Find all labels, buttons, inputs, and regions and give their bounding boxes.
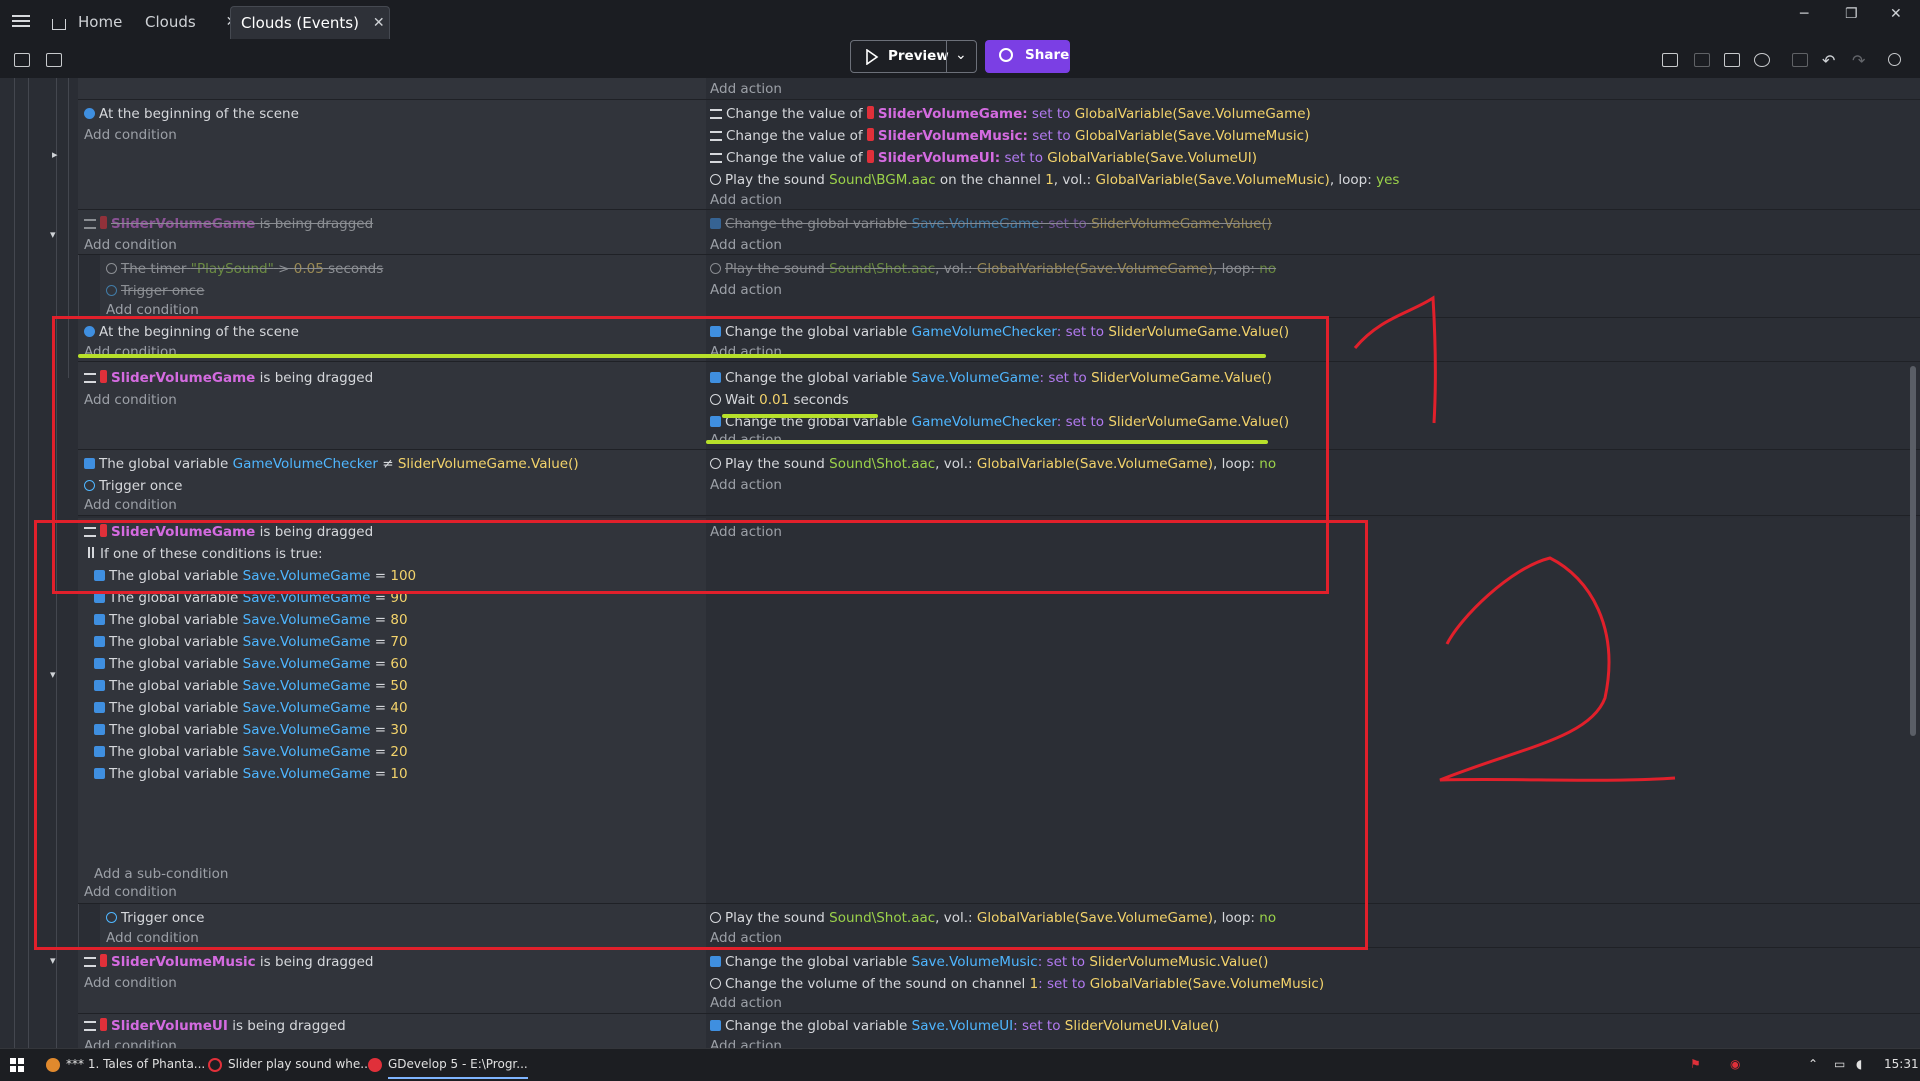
event-condition[interactable]: SliderVolumeMusic is being dragged Add c… [78,948,706,1014]
globe-icon [999,48,1013,62]
annotation-number-2 [1439,556,1676,782]
trigger-once-icon [106,285,117,296]
sound-icon [710,263,721,274]
taskbar-item-active[interactable]: GDevelop 5 - E:\Progr... [388,1057,528,1079]
browser-icon [208,1058,222,1072]
play-icon [866,49,879,65]
preview-label: Preview [888,48,949,64]
gdevelop-icon [368,1058,382,1072]
tab-home[interactable]: Home [42,6,142,38]
add-action-link[interactable]: Add action [710,995,782,1011]
object-icon [100,1018,107,1031]
tab-label: Clouds (Events) [241,14,359,32]
annotation-underline [722,414,878,418]
add-icon[interactable] [1754,53,1770,67]
event-actions[interactable]: Play the sound Sound\Shot.aac, vol.: Glo… [706,255,1920,318]
variable-icon [710,1020,721,1031]
tab-clouds[interactable]: Clouds ✕ [145,6,237,38]
add-event-icon[interactable] [1662,53,1678,67]
object-icon [100,216,107,229]
variable-icon [710,956,721,967]
scrollbar[interactable] [1910,366,1916,736]
taskbar-item[interactable]: *** 1. Tales of Phanta... [66,1057,205,1071]
tray-app-icon[interactable]: ⚑ [1690,1057,1701,1071]
chevron-up-icon[interactable]: ⌃ [1808,1057,1818,1071]
events-sheet[interactable]: ▸ ▾ ▾ ▾ Add action At the beginning of t… [0,78,1920,1048]
event-actions[interactable]: Change the global variable Save.VolumeUI… [706,1014,1920,1048]
chevron-down-icon[interactable]: ⌄ [955,47,967,63]
add-action-link[interactable]: Add action [710,282,782,298]
chevron-down-icon[interactable]: ▾ [50,228,56,241]
object-icon [866,128,874,141]
minimize-icon[interactable]: ─ [1800,6,1808,22]
scene-icon [84,108,95,119]
preview-button[interactable]: Preview ⌄ [850,40,977,73]
sound-icon [710,978,721,989]
title-bar: Home Clouds ✕ Clouds (Events) ✕ ─ ❐ ✕ [0,0,1920,44]
event-actions[interactable]: Change the global variable Save.VolumeGa… [706,210,1920,255]
sound-icon [710,174,721,185]
add-comment-icon[interactable] [1724,53,1740,67]
tray-app-icon[interactable]: ◉ [1730,1057,1740,1071]
restore-icon[interactable]: ❐ [1845,6,1858,22]
taskbar-item[interactable]: Slider play sound whe... [228,1057,372,1071]
chevron-down-icon[interactable]: ▾ [50,954,56,967]
event-condition[interactable]: SliderVolumeGame is being dragged Add co… [78,210,706,255]
slider-icon [84,957,96,967]
home-icon [52,18,66,30]
windows-start-icon[interactable] [10,1058,24,1072]
add-action-link[interactable]: Add action [710,1038,782,1048]
slider-icon [84,219,96,229]
event-actions[interactable]: Add action [706,78,1920,100]
taskbar: *** 1. Tales of Phanta... Slider play so… [0,1048,1920,1081]
search-icon[interactable] [1888,53,1901,66]
event-actions[interactable]: Change the value of SliderVolumeGame: se… [706,100,1920,210]
annotation-underline [78,354,1266,358]
event-actions[interactable]: Change the global variable Save.VolumeMu… [706,948,1920,1014]
add-condition-link[interactable]: Add condition [84,237,177,253]
slider-icon [710,109,722,119]
add-condition-link[interactable]: Add condition [84,127,177,143]
timer-icon [106,263,117,274]
share-label: Share [1025,47,1070,63]
object-icon [866,150,874,163]
object-icon [866,106,874,119]
close-window-icon[interactable]: ✕ [1890,6,1902,22]
menu-icon[interactable] [12,12,30,30]
redo-icon[interactable]: ↷ [1852,51,1865,70]
volume-icon[interactable]: ◖ [1856,1057,1862,1071]
tab-clouds-events[interactable]: Clouds (Events) ✕ [230,6,390,39]
close-icon[interactable]: ✕ [373,15,385,31]
event-condition[interactable] [78,78,706,100]
event-condition[interactable]: The timer "PlaySound" > 0.05 seconds Tri… [100,255,706,318]
add-action-link[interactable]: Add action [710,81,782,97]
slider-icon [710,153,722,163]
share-button[interactable]: Share [985,40,1070,73]
add-action-link[interactable]: Add action [710,237,782,253]
annotation-number-1 [1353,295,1437,424]
clock[interactable]: 15:31 [1884,1057,1919,1071]
add-subevent-icon[interactable] [1694,53,1710,67]
network-icon[interactable]: ▭ [1834,1057,1845,1071]
slider-icon [84,1021,96,1031]
undo-icon[interactable]: ↶ [1822,51,1835,70]
tab-label: Clouds [145,13,196,31]
layout-icon[interactable] [14,53,30,67]
event-condition[interactable]: SliderVolumeUI is being dragged Add cond… [78,1014,706,1048]
save-icon[interactable] [46,53,62,67]
event-condition[interactable]: At the beginning of the scene Add condit… [78,100,706,210]
annotation-box-2 [34,520,1368,950]
annotation-underline [706,440,1268,444]
slider-icon [710,131,722,141]
add-condition-link[interactable]: Add condition [84,975,177,991]
add-condition-link[interactable]: Add condition [84,1038,177,1048]
chevron-right-icon[interactable]: ▸ [52,148,58,161]
tab-label: Home [78,13,123,31]
condition-text: At the beginning of the scene [99,106,299,122]
add-action-link[interactable]: Add action [710,192,782,208]
variable-icon [710,218,721,229]
object-icon [100,954,107,967]
delete-icon[interactable] [1792,53,1808,67]
app-icon [46,1058,60,1072]
